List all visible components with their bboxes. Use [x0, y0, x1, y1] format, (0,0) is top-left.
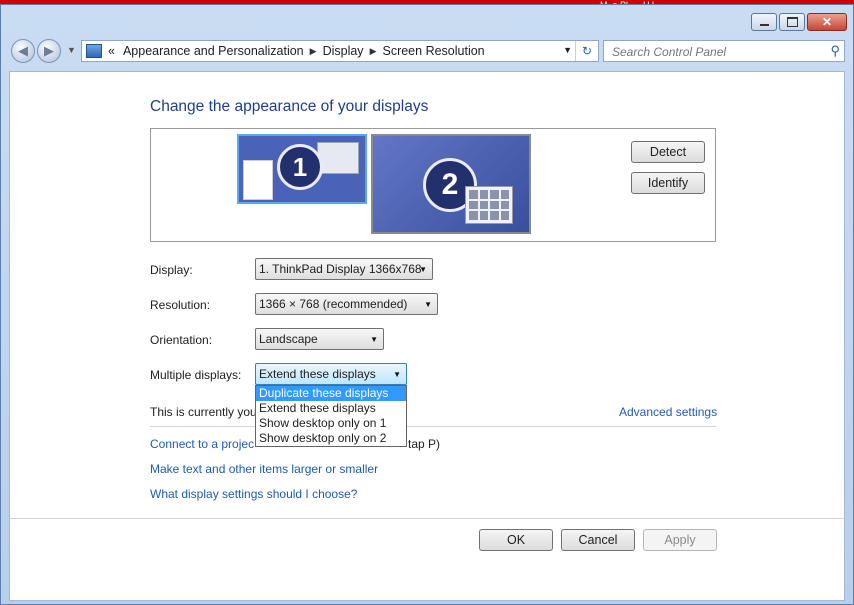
control-panel-window: ✕ ◀ ▶ ▼ « Appearance and Personalization… — [0, 4, 854, 605]
option-duplicate-displays[interactable]: Duplicate these displays — [256, 386, 406, 401]
multiple-displays-dropdown-list: Duplicate these displays Extend these di… — [255, 385, 407, 447]
minimize-icon — [759, 24, 769, 26]
close-button[interactable]: ✕ — [807, 13, 847, 31]
text-size-link[interactable]: Make text and other items larger or smal… — [150, 462, 378, 476]
page-title: Change the appearance of your displays — [150, 98, 429, 115]
calculator-icon — [465, 186, 513, 224]
breadcrumb-separator-icon[interactable]: ▶ — [310, 46, 317, 57]
chevron-down-icon: ▼ — [370, 335, 378, 344]
navigation-bar: ◀ ▶ ▼ « Appearance and Personalization ▶… — [9, 37, 845, 65]
content-pane: Change the appearance of your displays 1… — [9, 71, 845, 601]
projector-shortcut-text: tap P) — [408, 437, 441, 451]
display-label: Display: — [150, 263, 193, 277]
maximize-icon — [786, 17, 798, 27]
footer-divider — [10, 518, 844, 519]
close-icon: ✕ — [821, 15, 833, 29]
help-link[interactable]: What display settings should I choose? — [150, 487, 357, 501]
back-button[interactable]: ◀ — [11, 39, 35, 63]
monitor-1-thumbnail[interactable]: 1 — [237, 134, 367, 204]
chevron-down-icon: ▼ — [393, 370, 401, 379]
breadcrumb-appearance[interactable]: Appearance and Personalization — [117, 44, 310, 58]
cancel-button[interactable]: Cancel — [561, 529, 635, 551]
advanced-settings-link[interactable]: Advanced settings — [619, 405, 717, 419]
address-dropdown-icon[interactable]: ▼ — [563, 45, 572, 55]
multiple-displays-select-value: Extend these displays — [259, 367, 376, 381]
back-arrow-icon: ◀ — [18, 43, 28, 58]
identify-button[interactable]: Identify — [631, 172, 705, 194]
option-show-only-2[interactable]: Show desktop only on 2 — [256, 431, 406, 446]
forward-button[interactable]: ▶ — [37, 39, 61, 63]
display-arrangement-area: 1 2 Detect Identify — [150, 128, 716, 242]
connect-projector-link[interactable]: Connect to a projec — [150, 437, 254, 451]
display-select-value: 1. ThinkPad Display 1366x768 — [259, 262, 422, 276]
chevron-down-icon: ▼ — [424, 300, 432, 309]
refresh-icon: ↻ — [581, 44, 593, 58]
minimize-button[interactable] — [751, 13, 777, 31]
detect-button[interactable]: Detect — [631, 141, 705, 163]
control-panel-icon — [86, 44, 102, 58]
search-icon[interactable]: ⚲ — [830, 43, 840, 59]
monitor-1-number: 1 — [277, 144, 323, 190]
current-display-text: This is currently you — [150, 405, 257, 419]
desktop-window-icon — [317, 142, 359, 174]
chevron-down-icon: ▼ — [67, 45, 76, 55]
desktop-window-icon — [243, 160, 273, 200]
multiple-displays-label: Multiple displays: — [150, 368, 242, 382]
option-show-only-1[interactable]: Show desktop only on 1 — [256, 416, 406, 431]
ok-button[interactable]: OK — [479, 529, 553, 551]
refresh-button[interactable]: ↻ — [575, 41, 598, 61]
orientation-label: Orientation: — [150, 333, 213, 347]
orientation-select-value: Landscape — [259, 332, 318, 346]
monitor-2-thumbnail[interactable]: 2 — [371, 134, 531, 234]
resolution-label: Resolution: — [150, 298, 211, 312]
breadcrumb-display[interactable]: Display — [317, 44, 370, 58]
breadcrumb-separator-icon[interactable]: ▶ — [370, 46, 377, 57]
option-extend-displays[interactable]: Extend these displays — [256, 401, 406, 416]
divider — [150, 426, 716, 427]
multiple-displays-select[interactable]: Extend these displays ▼ — [255, 363, 407, 385]
forward-arrow-icon: ▶ — [44, 43, 54, 58]
maximize-button[interactable] — [779, 13, 805, 31]
recent-pages-dropdown[interactable]: ▼ — [67, 45, 76, 55]
search-box[interactable]: ⚲ — [603, 40, 845, 62]
display-select[interactable]: 1. ThinkPad Display 1366x768 ▼ — [255, 258, 433, 280]
chevron-down-icon: ▼ — [419, 265, 427, 274]
window-controls: ✕ — [751, 13, 847, 31]
resolution-select-value: 1366 × 768 (recommended) — [259, 297, 408, 311]
search-input[interactable] — [610, 42, 824, 62]
apply-button[interactable]: Apply — [643, 529, 717, 551]
breadcrumb-overflow[interactable]: « — [102, 44, 117, 58]
address-bar[interactable]: « Appearance and Personalization ▶ Displ… — [81, 40, 599, 62]
breadcrumb-screen-resolution[interactable]: Screen Resolution — [376, 44, 490, 58]
resolution-select[interactable]: 1366 × 768 (recommended) ▼ — [255, 293, 438, 315]
orientation-select[interactable]: Landscape ▼ — [255, 328, 384, 350]
